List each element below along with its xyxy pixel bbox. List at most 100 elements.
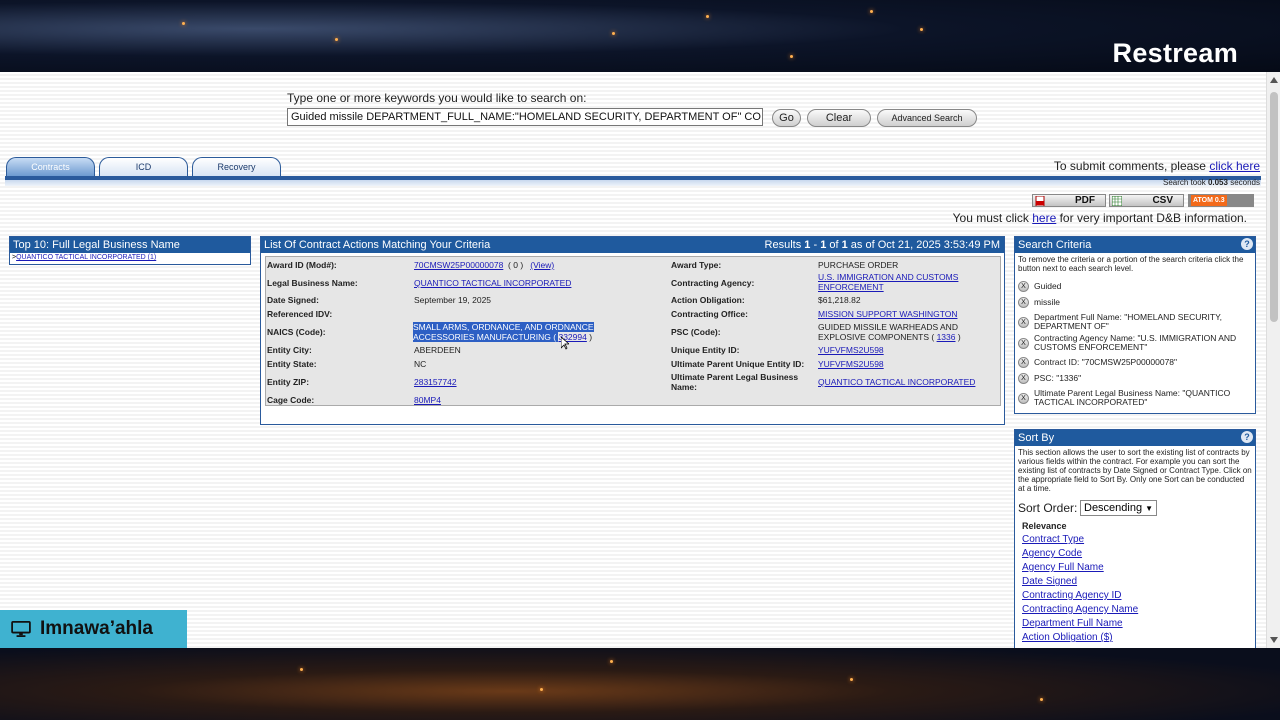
- spark: [182, 22, 185, 25]
- mod-number: ( 0 ): [508, 260, 524, 270]
- mouse-cursor-icon: [561, 337, 569, 350]
- criteria-item: X PSC: "1336": [1018, 373, 1081, 384]
- export-csv-label: CSV: [1152, 195, 1173, 206]
- ult-parent-name-label-1: Ultimate Parent Legal Business: [671, 372, 799, 382]
- advanced-search-button[interactable]: Advanced Search: [877, 109, 977, 127]
- remove-criteria-button[interactable]: X: [1018, 317, 1029, 328]
- scroll-down-icon[interactable]: [1270, 637, 1278, 643]
- dnb-notice-post: for very important D&B information.: [1056, 211, 1247, 225]
- legal-business-name-label: Legal Business Name:: [267, 278, 358, 288]
- remove-criteria-button[interactable]: X: [1018, 373, 1029, 384]
- cage-code-value: 80MP4: [414, 395, 441, 405]
- psc-code-link[interactable]: 1336: [937, 332, 956, 342]
- award-id-value: 70CMSW25P00000078 ( 0 ) (View): [414, 260, 554, 270]
- spark: [300, 668, 303, 671]
- spark: [790, 55, 793, 58]
- ult-parent-uei-link[interactable]: YUFVFMS2U598: [818, 359, 884, 369]
- contracting-office-value: MISSION SUPPORT WASHINGTON: [818, 309, 957, 319]
- criteria-text-line: TACTICAL INCORPORATED": [1034, 397, 1148, 407]
- help-icon[interactable]: ?: [1241, 238, 1253, 250]
- criteria-text: Ultimate Parent Legal Business Name: "QU…: [1034, 389, 1230, 407]
- search-input[interactable]: Guided missile DEPARTMENT_FULL_NAME:"HOM…: [287, 108, 763, 126]
- uei-value: YUFVFMS2U598: [818, 345, 884, 355]
- contracting-agency-link-2[interactable]: ENFORCEMENT: [818, 282, 884, 292]
- search-prompt: Type one or more keywords you would like…: [287, 91, 587, 105]
- contracting-agency-value: U.S. IMMIGRATION AND CUSTOMS ENFORCEMENT: [818, 272, 958, 292]
- restream-logo: Restream: [1112, 38, 1238, 68]
- sort-link-agency-full-name[interactable]: Agency Full Name: [1022, 562, 1104, 573]
- export-pdf-button[interactable]: PDF: [1032, 194, 1106, 207]
- award-id-label: Award ID (Mod#):: [267, 260, 337, 270]
- dnb-here-link[interactable]: here: [1032, 211, 1056, 225]
- uei-link[interactable]: YUFVFMS2U598: [818, 345, 884, 355]
- remove-criteria-button[interactable]: X: [1018, 357, 1029, 368]
- comments-link[interactable]: click here: [1209, 159, 1260, 173]
- contracting-office-link[interactable]: MISSION SUPPORT WASHINGTON: [818, 309, 957, 319]
- criteria-item: Xmissile: [1018, 297, 1060, 308]
- tab-contracts[interactable]: Contracts: [6, 157, 95, 176]
- legal-business-name-value: QUANTICO TACTICAL INCORPORATED: [414, 278, 571, 288]
- tab-recovery[interactable]: Recovery: [192, 157, 281, 176]
- streamer-name: Imnawa’ahla: [40, 618, 153, 639]
- sort-link-action-obligation[interactable]: Action Obligation ($): [1022, 632, 1113, 643]
- scrollbar-thumb[interactable]: [1270, 92, 1278, 322]
- criteria-text-line: DEPARTMENT OF": [1034, 321, 1109, 331]
- sort-link-department-full-name[interactable]: Department Full Name: [1022, 618, 1123, 629]
- entity-state-label: Entity State:: [267, 359, 317, 369]
- view-link[interactable]: (View): [530, 260, 554, 270]
- results-range-start: 1: [804, 239, 811, 251]
- go-button[interactable]: Go: [772, 109, 801, 127]
- streamer-name-badge: Imnawa’ahla: [0, 610, 187, 648]
- results-summary-pre: Results: [764, 239, 805, 251]
- award-id-link[interactable]: 70CMSW25P00000078: [414, 260, 503, 270]
- pdf-icon: [1035, 196, 1045, 206]
- remove-criteria-button[interactable]: X: [1018, 297, 1029, 308]
- ult-parent-name-link[interactable]: QUANTICO TACTICAL INCORPORATED: [818, 377, 975, 387]
- spark: [335, 38, 338, 41]
- scroll-up-icon[interactable]: [1270, 77, 1278, 83]
- remove-criteria-button[interactable]: X: [1018, 338, 1029, 349]
- sort-link-agency-code[interactable]: Agency Code: [1022, 548, 1082, 559]
- top10-item-link[interactable]: QUANTICO TACTICAL INCORPORATED (1): [16, 254, 156, 261]
- sort-description: This section allows the user to sort the…: [1018, 448, 1252, 493]
- contracting-agency-label: Contracting Agency:: [671, 278, 755, 288]
- criteria-text: Contracting Agency Name: "U.S. IMMIGRATI…: [1034, 334, 1236, 352]
- sort-title: Sort By: [1015, 430, 1255, 446]
- vertical-scrollbar[interactable]: [1266, 72, 1280, 648]
- sort-link-contracting-agency-id[interactable]: Contracting Agency ID: [1022, 590, 1122, 601]
- results-summary: Results 1 - 1 of 1 as of Oct 21, 2025 3:…: [764, 239, 1000, 251]
- remove-criteria-button[interactable]: X: [1018, 281, 1029, 292]
- ult-parent-uei-label: Ultimate Parent Unique Entity ID:: [671, 359, 805, 369]
- clear-button[interactable]: Clear: [807, 109, 871, 127]
- help-icon[interactable]: ?: [1241, 431, 1253, 443]
- entity-zip-label: Entity ZIP:: [267, 377, 310, 387]
- referenced-idv-label: Referenced IDV:: [267, 309, 333, 319]
- spark: [706, 15, 709, 18]
- comments-text: To submit comments, please: [1053, 159, 1210, 173]
- sort-link-contracting-agency-name[interactable]: Contracting Agency Name: [1022, 604, 1138, 615]
- entity-zip-link[interactable]: 283157742: [414, 377, 457, 387]
- monitor-icon: [11, 621, 31, 637]
- cage-code-link[interactable]: 80MP4: [414, 395, 441, 405]
- top10-item[interactable]: >QUANTICO TACTICAL INCORPORATED (1): [10, 253, 250, 262]
- search-criteria-instructions: To remove the criteria or a portion of t…: [1018, 255, 1244, 273]
- remove-criteria-button[interactable]: X: [1018, 393, 1029, 404]
- contracting-agency-link-1[interactable]: U.S. IMMIGRATION AND CUSTOMS: [818, 272, 958, 282]
- spark: [920, 28, 923, 31]
- spark: [870, 10, 873, 13]
- stream-background-top: [0, 0, 1280, 72]
- top10-title: Top 10: Full Legal Business Name: [10, 237, 250, 253]
- criteria-item: X Guided: [1018, 281, 1061, 292]
- sort-order-select[interactable]: Descending ▼: [1080, 500, 1157, 516]
- export-csv-button[interactable]: CSV: [1109, 194, 1184, 207]
- search-time-suffix: seconds: [1227, 178, 1260, 187]
- contract-record: Award ID (Mod#): 70CMSW25P00000078 ( 0 )…: [265, 256, 1001, 406]
- sort-order-label: Sort Order:: [1018, 501, 1078, 515]
- tab-icd[interactable]: ICD: [99, 157, 188, 176]
- legal-business-name-link[interactable]: QUANTICO TACTICAL INCORPORATED: [414, 278, 571, 288]
- sort-link-date-signed[interactable]: Date Signed: [1022, 576, 1077, 587]
- ult-parent-name-value: QUANTICO TACTICAL INCORPORATED: [818, 377, 975, 387]
- export-atom-button[interactable]: ATOM 0.3: [1188, 194, 1254, 207]
- results-range-end: 1: [820, 239, 827, 251]
- sort-link-contract-type[interactable]: Contract Type: [1022, 534, 1084, 545]
